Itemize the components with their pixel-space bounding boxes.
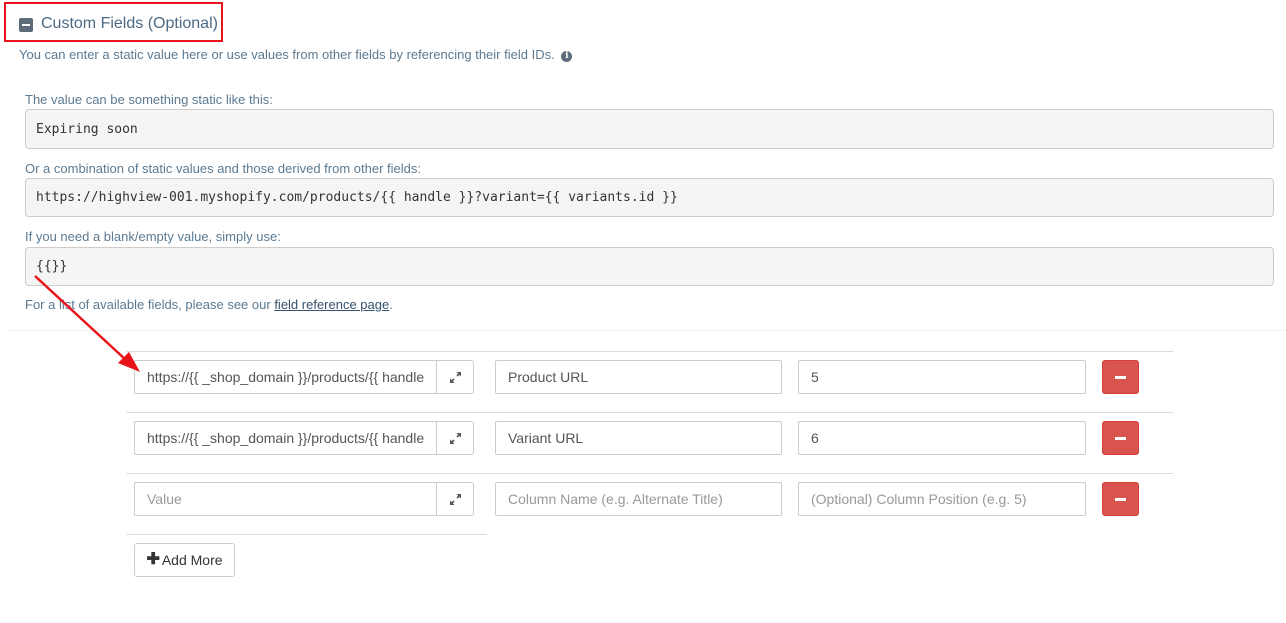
minus-icon xyxy=(1115,497,1126,501)
expand-icon xyxy=(449,493,461,505)
section-title[interactable]: Custom Fields (Optional) xyxy=(41,15,218,33)
value-input[interactable] xyxy=(134,482,437,516)
row-divider xyxy=(126,351,1173,352)
value-input[interactable] xyxy=(134,360,437,394)
collapse-icon[interactable] xyxy=(19,18,33,32)
reference-prefix: For a list of available fields, please s… xyxy=(25,297,275,312)
field-reference-note: For a list of available fields, please s… xyxy=(25,297,393,312)
example-label-blank: If you need a blank/empty value, simply … xyxy=(25,229,281,244)
value-input[interactable] xyxy=(134,421,437,455)
minus-icon xyxy=(1115,436,1126,440)
remove-row-button[interactable] xyxy=(1102,482,1139,516)
example-code-static: Expiring soon xyxy=(25,109,1274,149)
expand-icon xyxy=(449,371,461,383)
remove-row-button[interactable] xyxy=(1102,360,1139,394)
column-name-input[interactable] xyxy=(495,360,782,394)
example-label-static: The value can be something static like t… xyxy=(25,92,273,107)
example-code-combination: https://highview-001.myshopify.com/produ… xyxy=(25,178,1274,217)
expand-button[interactable] xyxy=(436,421,474,455)
minus-icon xyxy=(1115,375,1126,379)
add-more-button[interactable]: ✚ Add More xyxy=(134,543,235,577)
row-divider xyxy=(126,412,1173,413)
column-position-input[interactable] xyxy=(798,482,1086,516)
column-name-input[interactable] xyxy=(495,482,782,516)
column-position-input[interactable] xyxy=(798,421,1086,455)
column-name-input[interactable] xyxy=(495,421,782,455)
field-reference-link[interactable]: field reference page xyxy=(274,297,389,312)
subtitle-text: You can enter a static value here or use… xyxy=(19,47,555,62)
plus-icon: ✚ xyxy=(146,551,160,568)
section-subtitle: You can enter a static value here or use… xyxy=(19,47,573,62)
row-divider xyxy=(126,473,1173,474)
example-code-blank: {{}} xyxy=(25,247,1274,286)
example-label-combination: Or a combination of static values and th… xyxy=(25,161,421,176)
expand-button[interactable] xyxy=(436,360,474,394)
add-divider xyxy=(126,534,487,535)
expand-icon xyxy=(449,432,461,444)
info-icon[interactable]: i xyxy=(561,51,573,62)
expand-button[interactable] xyxy=(436,482,474,516)
add-more-label: Add More xyxy=(161,552,223,568)
column-position-input[interactable] xyxy=(798,360,1086,394)
reference-suffix: . xyxy=(389,297,393,312)
section-divider xyxy=(8,330,1286,331)
remove-row-button[interactable] xyxy=(1102,421,1139,455)
